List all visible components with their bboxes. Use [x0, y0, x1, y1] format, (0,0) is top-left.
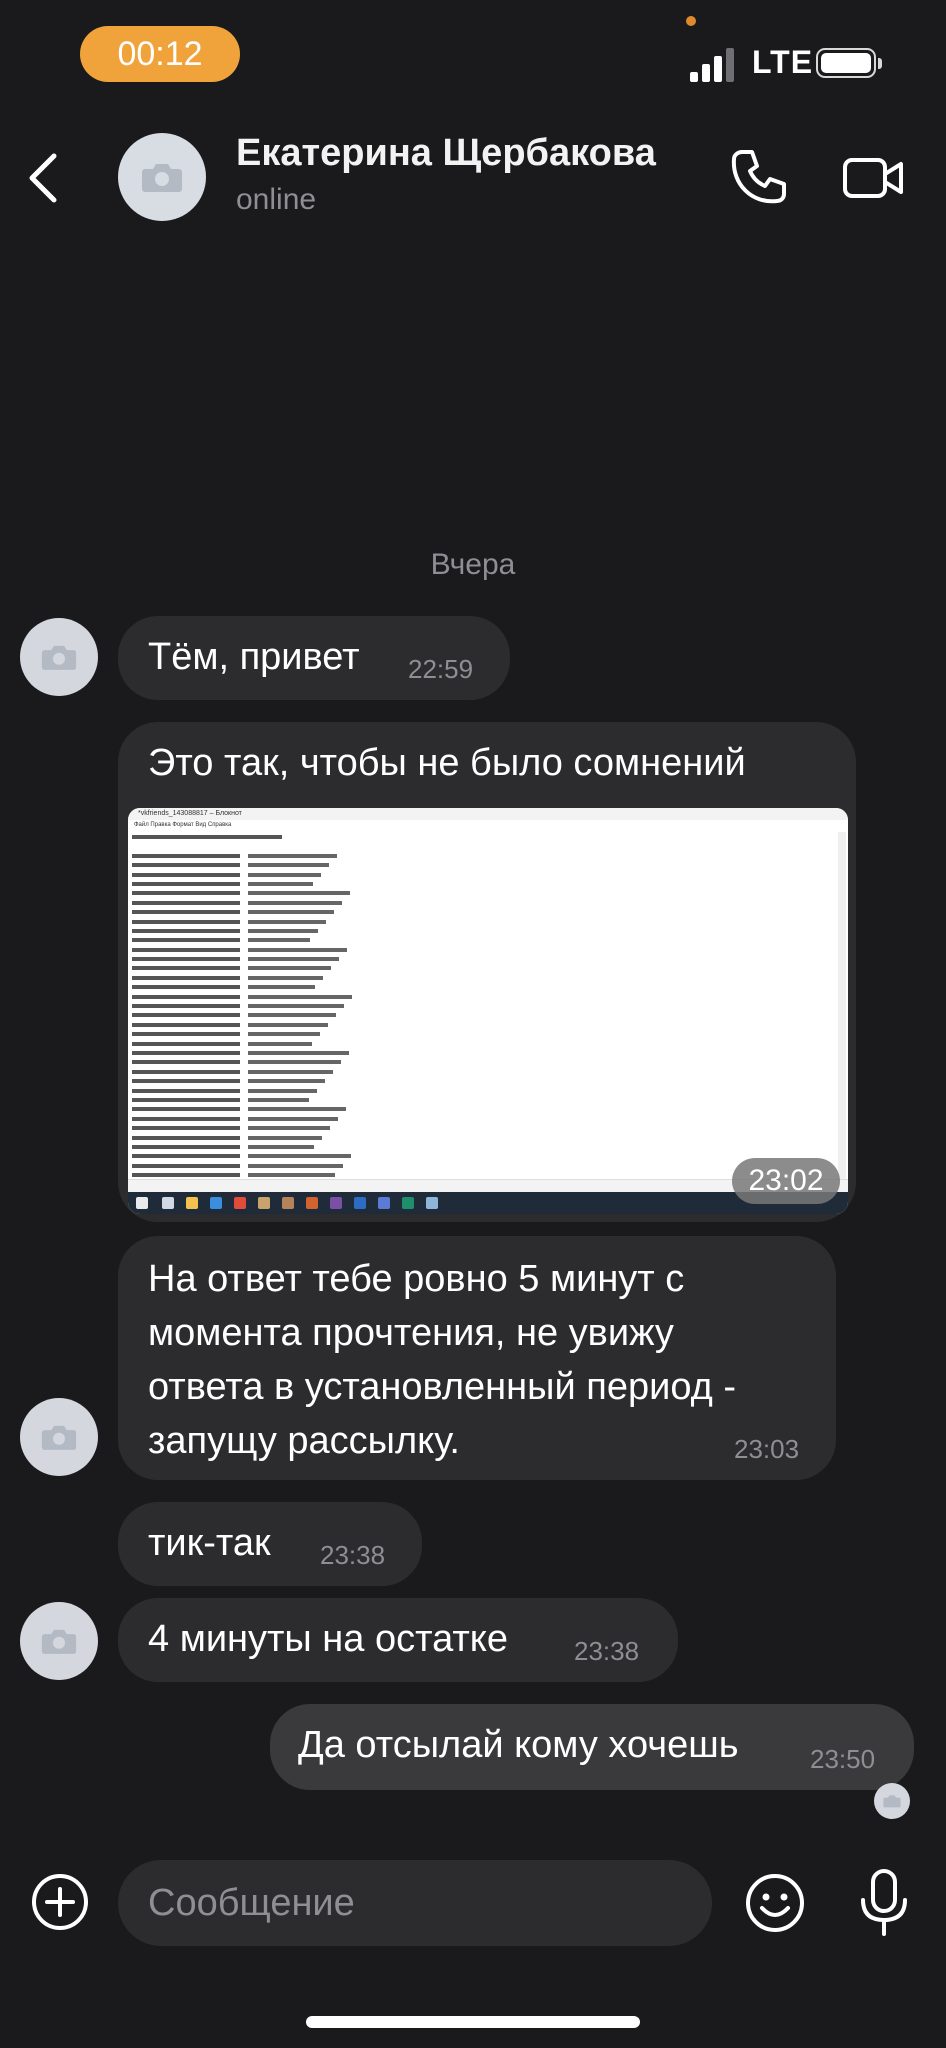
privacy-indicator-dot: [686, 16, 696, 26]
notepad-line: [132, 907, 732, 916]
camera-icon: [883, 1795, 901, 1808]
notepad-line: [132, 1133, 732, 1142]
camera-icon: [142, 164, 182, 192]
notepad-line: [132, 1057, 732, 1066]
signal-icon: [690, 48, 734, 82]
network-type: LTE: [752, 44, 814, 80]
notepad-line: [132, 982, 732, 991]
image-time: 23:02: [732, 1158, 840, 1204]
notepad-line: [132, 963, 732, 972]
notepad-line: [132, 954, 732, 963]
notepad-titlebar: *vkfriends_143088817 – Блокнот: [128, 808, 848, 820]
notepad-line: [132, 1067, 732, 1076]
notepad-line: [132, 860, 732, 869]
status-time: 00:12: [80, 26, 240, 82]
notepad-line: [132, 1010, 732, 1019]
message-time: 22:59: [408, 654, 474, 684]
notepad-line: [132, 1142, 732, 1151]
notepad-line: [132, 1020, 732, 1029]
date-separator: Вчера: [430, 548, 516, 581]
message-text: тик-так: [148, 1522, 271, 1564]
notepad-line: [132, 926, 732, 935]
message-text: Тём, привет: [148, 636, 360, 678]
contact-avatar[interactable]: [118, 133, 206, 221]
notepad-line: [132, 1095, 732, 1104]
camera-icon: [41, 1629, 77, 1654]
message-time: 23:03: [734, 1434, 800, 1464]
notepad-line: [132, 917, 732, 926]
message-time: 23:38: [574, 1636, 640, 1666]
notepad-line: [132, 992, 732, 1001]
message-bubble[interactable]: тик-так 23:38: [118, 1502, 422, 1586]
camera-icon: [41, 645, 77, 670]
attached-screenshot-image[interactable]: *vkfriends_143088817 – Блокнот Файл Прав…: [128, 808, 848, 1214]
battery-icon: [816, 48, 876, 78]
message-time: 23:50: [810, 1744, 876, 1774]
notepad-line: [132, 1114, 732, 1123]
notepad-line: [132, 1048, 732, 1057]
message-text: На ответ тебе ровно 5 минут с момента пр…: [148, 1258, 736, 1462]
notepad-line: [132, 973, 732, 982]
message-bubble-outgoing[interactable]: Да отсылай кому хочешь 23:50: [270, 1704, 914, 1790]
notepad-line: [132, 888, 732, 897]
notepad-line: [132, 1086, 732, 1095]
sender-avatar[interactable]: [20, 1602, 98, 1680]
message-bubble[interactable]: 4 минуты на остатке 23:38: [118, 1598, 678, 1682]
message-input[interactable]: [118, 1860, 712, 1946]
notepad-line: [132, 1039, 732, 1048]
notepad-line: [132, 841, 732, 850]
contact-status: online: [236, 183, 317, 216]
phone-call-icon[interactable]: [726, 146, 790, 210]
notepad-line: [132, 1123, 732, 1132]
notepad-menubar: Файл Правка Формат Вид Справка: [134, 822, 232, 828]
notepad-line: [132, 1104, 732, 1113]
notepad-scrollbar: [838, 832, 846, 1192]
notepad-line: [132, 1001, 732, 1010]
message-text: Да отсылай кому хочешь: [298, 1724, 739, 1766]
notepad-line: [132, 945, 732, 954]
read-receipt-avatar: [874, 1783, 910, 1819]
notepad-line: [132, 870, 732, 879]
sender-avatar[interactable]: [20, 1398, 98, 1476]
notepad-line: [132, 1161, 732, 1170]
emoji-icon[interactable]: [744, 1872, 806, 1934]
sender-avatar[interactable]: [20, 618, 98, 696]
notepad-line: [132, 1029, 732, 1038]
notepad-line: [132, 1076, 732, 1085]
message-bubble[interactable]: Тём, привет 22:59: [118, 616, 510, 700]
home-indicator[interactable]: [306, 2016, 640, 2028]
notepad-line: [132, 851, 732, 860]
notepad-line: [132, 935, 732, 944]
notepad-line: [132, 1151, 732, 1160]
attach-plus-icon[interactable]: [30, 1872, 90, 1932]
notepad-line: [132, 879, 732, 888]
message-text: Это так, чтобы не было сомнений: [148, 742, 746, 784]
message-bubble[interactable]: На ответ тебе ровно 5 минут с момента пр…: [118, 1236, 836, 1480]
contact-name[interactable]: Екатерина Щербакова: [236, 132, 656, 175]
message-text: 4 минуты на остатке: [148, 1618, 508, 1660]
notepad-line: [132, 832, 732, 841]
battery-tip: [878, 58, 882, 69]
notepad-text-lines: [132, 832, 732, 1189]
back-chevron-icon[interactable]: [22, 150, 66, 206]
message-time: 23:38: [320, 1540, 386, 1570]
notepad-line: [132, 898, 732, 907]
camera-icon: [41, 1425, 77, 1450]
video-call-icon[interactable]: [842, 150, 906, 206]
microphone-icon[interactable]: [854, 1868, 914, 1938]
